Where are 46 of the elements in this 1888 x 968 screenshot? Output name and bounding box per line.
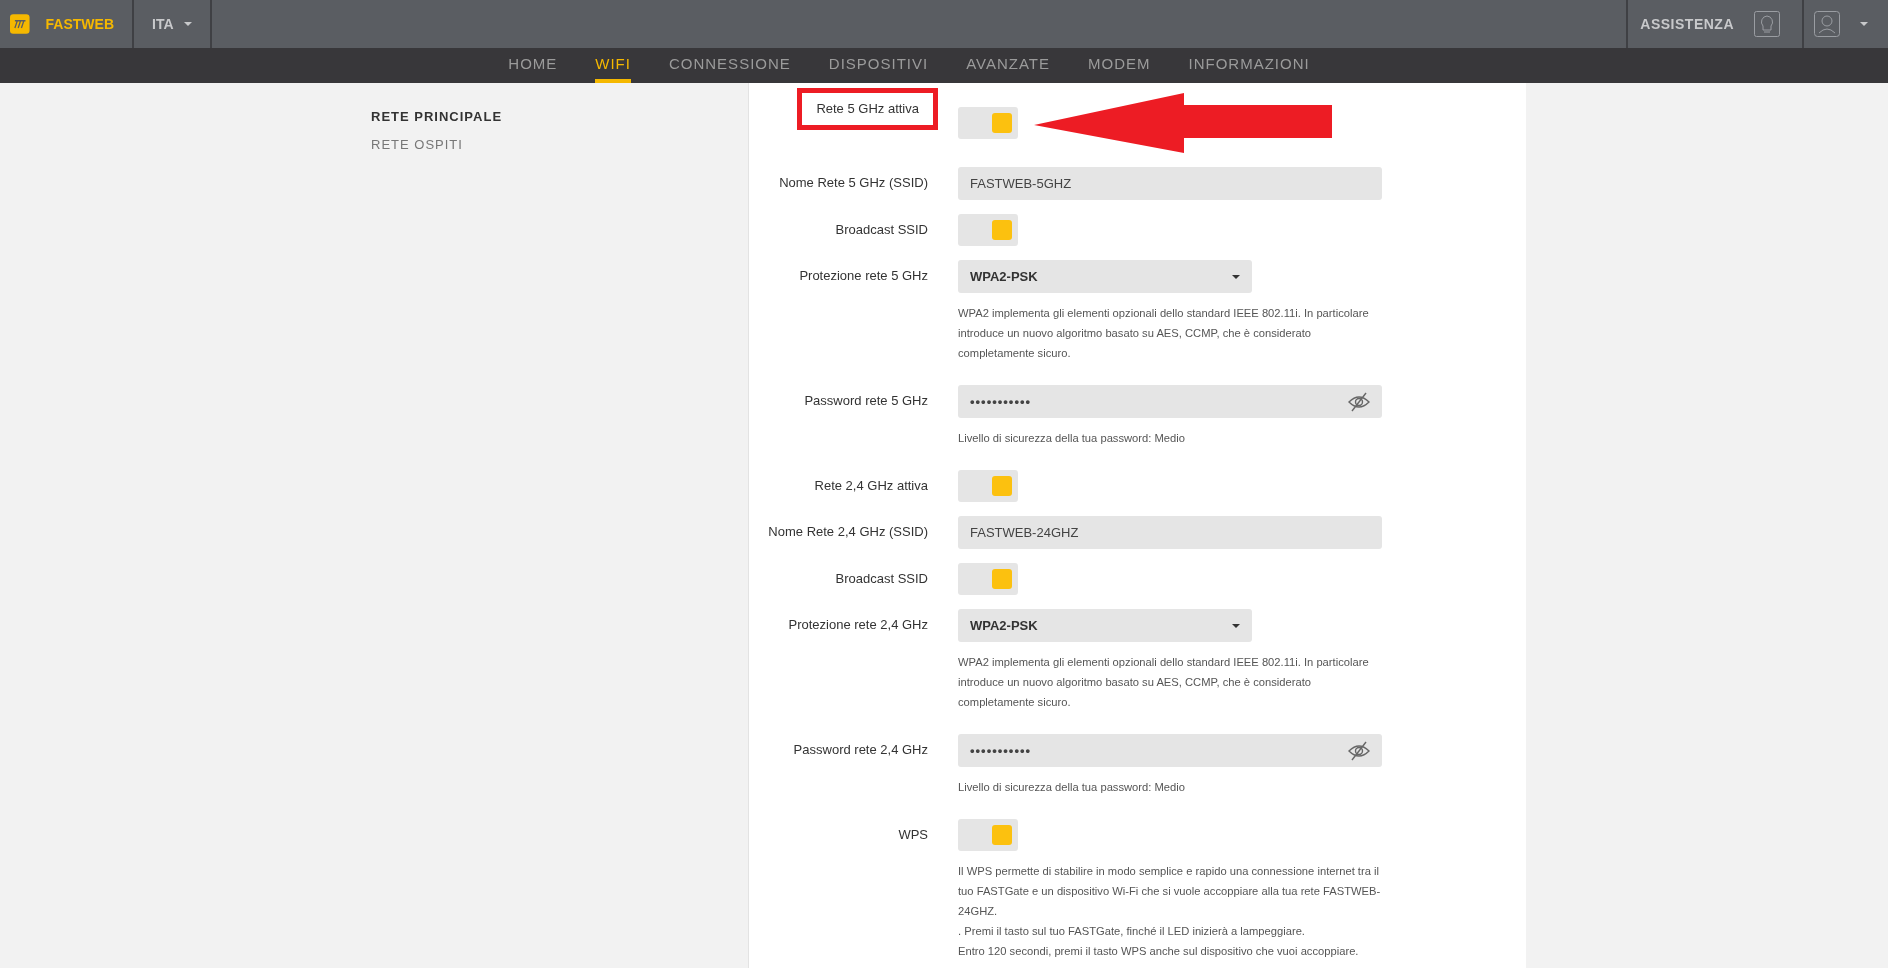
nav-tab[interactable]: INFORMAZIONI (1188, 48, 1310, 83)
help-text: . Premi il tasto sul tuo FASTGate, finché il LED inizierà a lampeggiare. (958, 924, 1306, 939)
password-field[interactable]: ••••••••••• (958, 385, 1382, 418)
eye-slash-icon[interactable] (1348, 391, 1370, 412)
toggle-switch[interactable] (958, 563, 1018, 595)
caret-icon (1860, 22, 1868, 26)
field-label: WPS (898, 826, 928, 844)
help-text: Livello di sicurezza della tua password: Medio (958, 780, 1186, 795)
password-field[interactable]: ••••••••••• (958, 734, 1382, 767)
field-label: Protezione rete 2,4 GHz (788, 616, 928, 634)
nav-tab[interactable]: HOME (508, 48, 558, 83)
field-label: Password rete 5 GHz (804, 392, 928, 410)
nav-tab[interactable]: DISPOSITIVI (828, 48, 929, 83)
toggle-switch[interactable] (958, 470, 1018, 502)
text-field[interactable]: FASTWEB-5GHZ (958, 167, 1382, 200)
field-label: Nome Rete 2,4 GHz (SSID) (768, 523, 928, 541)
toggle-switch[interactable] (958, 107, 1018, 139)
field-label: Password rete 2,4 GHz (793, 741, 928, 759)
help-text: Entro 120 secondi, premi il tasto WPS anche sul dispositivo che vuoi accoppiare. (958, 944, 1360, 959)
help-text: WPA2 implementa gli elementi opzionali dello standard IEEE 802.11i. In particolare introduce un nuovo algoritmo basato su AES, CCMP, che è considerato completamente sicuro. (958, 655, 1370, 710)
field-label: Broadcast SSID (835, 570, 928, 588)
nav-tab[interactable]: MODEM (1088, 48, 1151, 83)
sidebar-item[interactable]: RETE PRINCIPALE (371, 109, 748, 124)
dropdown[interactable]: WPA2-PSK (958, 609, 1252, 642)
nav-tab[interactable]: AVANZATE (966, 48, 1050, 83)
help-text: WPA2 implementa gli elementi opzionali dello standard IEEE 802.11i. In particolare introduce un nuovo algoritmo basato su AES, CCMP, che è considerato completamente sicuro. (958, 306, 1370, 361)
field-label: Protezione rete 5 GHz (799, 267, 928, 285)
field-label: Rete 5 GHz attiva (797, 88, 938, 130)
field-label: Rete 2,4 GHz attiva (814, 477, 928, 495)
help-text: Livello di sicurezza della tua password: Medio (958, 431, 1186, 446)
eye-slash-icon[interactable] (1348, 740, 1370, 761)
text-field[interactable]: FASTWEB-24GHZ (958, 516, 1382, 549)
field-label: Nome Rete 5 GHz (SSID) (779, 174, 928, 192)
brand-name[interactable]: FASTWEB (45, 16, 114, 32)
avatar-icon (1814, 11, 1840, 37)
toggle-switch[interactable] (958, 819, 1018, 851)
field-label: Broadcast SSID (835, 221, 928, 239)
nav-tab[interactable]: CONNESSIONE (668, 48, 791, 83)
nav-tab[interactable]: WIFI (595, 48, 631, 83)
help-text: Il WPS permette di stabilire in modo semplice e rapido una connessione internet tra il tuo FASTGate e un dispositivo Wi-Fi che si vuole accoppiare alla tua rete FASTWEB-24GHZ. (958, 864, 1382, 919)
caret-icon (183, 22, 192, 26)
toggle-switch[interactable] (958, 214, 1018, 246)
lightbulb-icon (1754, 11, 1780, 37)
dropdown[interactable]: WPA2-PSK (958, 260, 1252, 293)
sidebar-item[interactable]: RETE OSPITI (371, 137, 748, 152)
logo-icon[interactable] (10, 12, 30, 36)
